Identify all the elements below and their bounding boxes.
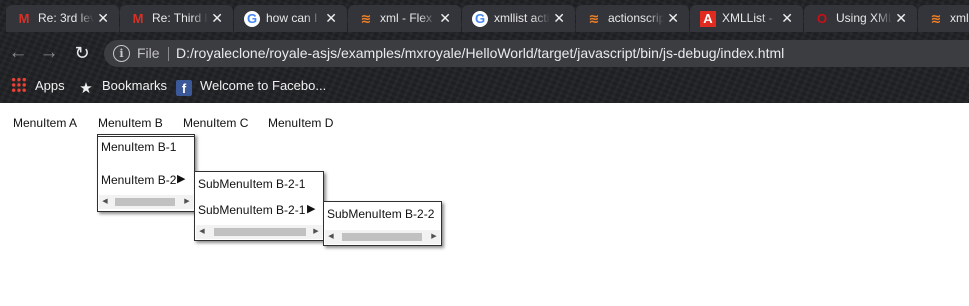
menu-item-b-2-2[interactable]: SubMenuItem B-2-2 [327,207,434,221]
stackoverflow-icon: ≋ [360,11,372,26]
info-icon[interactable]: i [113,45,130,62]
scheme-label: File [137,45,160,61]
menubar-item-b[interactable]: MenuItem B [98,116,163,130]
stackoverflow-icon: ≋ [930,11,942,26]
apps-grid-icon [11,77,27,93]
bookmark-bookmarks[interactable]: ★ Bookmarks [78,77,168,97]
tab-stackoverflow-2[interactable]: ≋ actionscript ✕ [576,5,689,32]
bookmark-apps[interactable]: Apps [11,77,65,95]
scroll-right-icon[interactable]: ▶ [310,225,322,239]
browser-chrome: M Re: 3rd level menu ✕ M Re: Third level… [0,0,969,103]
star-icon: ★ [79,80,93,97]
menu-item-b-2-1-parent[interactable]: SubMenuItem B-2-1 [198,203,305,217]
tab-strip: M Re: 3rd level menu ✕ M Re: Third level… [0,0,969,36]
bookmark-facebook[interactable]: f Welcome to Facebo... [176,77,327,96]
close-icon[interactable]: ✕ [553,5,565,32]
menubar-item-d[interactable]: MenuItem D [268,116,333,130]
gmail-icon: M [18,11,30,26]
scroll-right-icon[interactable]: ▶ [181,195,193,209]
gmail-icon: M [132,11,144,26]
tab-title: how can I [266,11,318,25]
close-icon[interactable]: ✕ [97,5,109,32]
address-bar[interactable]: i File D:/royaleclone/royale-asjs/exampl… [104,40,969,67]
scroll-right-icon[interactable]: ▶ [428,230,440,244]
close-icon[interactable]: ✕ [439,5,451,32]
address-divider [168,47,169,61]
url-text[interactable]: D:/royaleclone/royale-asjs/examples/mxro… [176,40,784,67]
google-icon: G [472,11,488,27]
tab-stackoverflow-3[interactable]: ≋ xml [918,5,969,32]
menu-item-b-2[interactable]: MenuItem B-2 [101,173,176,187]
horizontal-scrollbar[interactable]: ◀ ▶ [99,195,193,209]
tab-title: Re: Third level menu [152,11,208,25]
submenu-arrow-icon: ▶ [177,173,186,185]
bookmarks-bar: Apps ★ Bookmarks f Welcome to Facebo... [0,70,969,103]
stackoverflow-icon: ≋ [588,11,600,26]
scrollbar-thumb[interactable] [214,228,306,236]
close-icon[interactable]: ✕ [325,5,337,32]
menu-item-b-1[interactable]: MenuItem B-1 [101,140,176,154]
tab-title: xmllist actionscript [494,11,550,25]
opera-icon: O [816,11,828,26]
bookmark-label: Bookmarks [102,78,168,93]
adobe-icon: A [700,11,716,27]
close-icon[interactable]: ✕ [211,5,223,32]
browser-toolbar: ← → ↻ i File D:/royaleclone/royale-asjs/… [0,36,969,70]
tab-title: xml [950,11,969,25]
submenu-b-2-1: SubMenuItem B-2-2 ◀ ▶ [323,201,442,246]
back-icon[interactable]: ← [5,40,31,66]
close-icon[interactable]: ✕ [781,5,793,32]
scroll-left-icon[interactable]: ◀ [99,195,111,209]
tab-adobe[interactable]: A XMLList - ✕ [690,5,803,32]
scroll-left-icon[interactable]: ◀ [196,225,208,239]
scrollbar-thumb[interactable] [115,198,175,206]
horizontal-scrollbar[interactable]: ◀ ▶ [325,230,440,244]
google-icon: G [244,11,260,27]
horizontal-scrollbar[interactable]: ◀ ▶ [196,225,322,239]
bookmark-label: Apps [35,78,65,93]
tab-title: Using XML [836,11,892,25]
tab-stackoverflow-1[interactable]: ≋ xml - Flex ✕ [348,5,461,32]
submenu-b-2: SubMenuItem B-2-1 SubMenuItem B-2-1 ▶ ◀ … [194,171,324,241]
tab-gmail-2[interactable]: M Re: Third level menu ✕ [120,5,233,32]
reload-icon[interactable]: ↻ [69,40,95,66]
submenu-arrow-icon: ▶ [307,203,316,215]
scroll-left-icon[interactable]: ◀ [325,230,337,244]
forward-icon[interactable]: → [36,40,62,66]
tab-gmail-1[interactable]: M Re: 3rd level menu ✕ [6,5,119,32]
tab-title: Re: 3rd level menu [38,11,94,25]
tab-title: actionscript [608,11,664,25]
tab-title: XMLList - [722,11,773,25]
submenu-b: MenuItem B-1 MenuItem B-2 ▶ ◀ ▶ [97,134,195,212]
tab-title: xml - Flex [380,11,432,25]
tab-opera[interactable]: O Using XML ✕ [804,5,917,32]
close-icon[interactable]: ✕ [667,5,679,32]
bookmark-label: Welcome to Facebo... [200,78,327,93]
tab-google-2[interactable]: G xmllist actionscript ✕ [462,5,575,32]
menu-item-b-2-1[interactable]: SubMenuItem B-2-1 [198,177,305,191]
tab-google-1[interactable]: G how can I ✕ [234,5,347,32]
menu-divider [98,136,194,137]
menubar-item-a[interactable]: MenuItem A [13,116,77,130]
close-icon[interactable]: ✕ [895,5,907,32]
scrollbar-thumb[interactable] [342,233,422,241]
menubar-item-c[interactable]: MenuItem C [183,116,248,130]
facebook-icon: f [176,80,192,96]
